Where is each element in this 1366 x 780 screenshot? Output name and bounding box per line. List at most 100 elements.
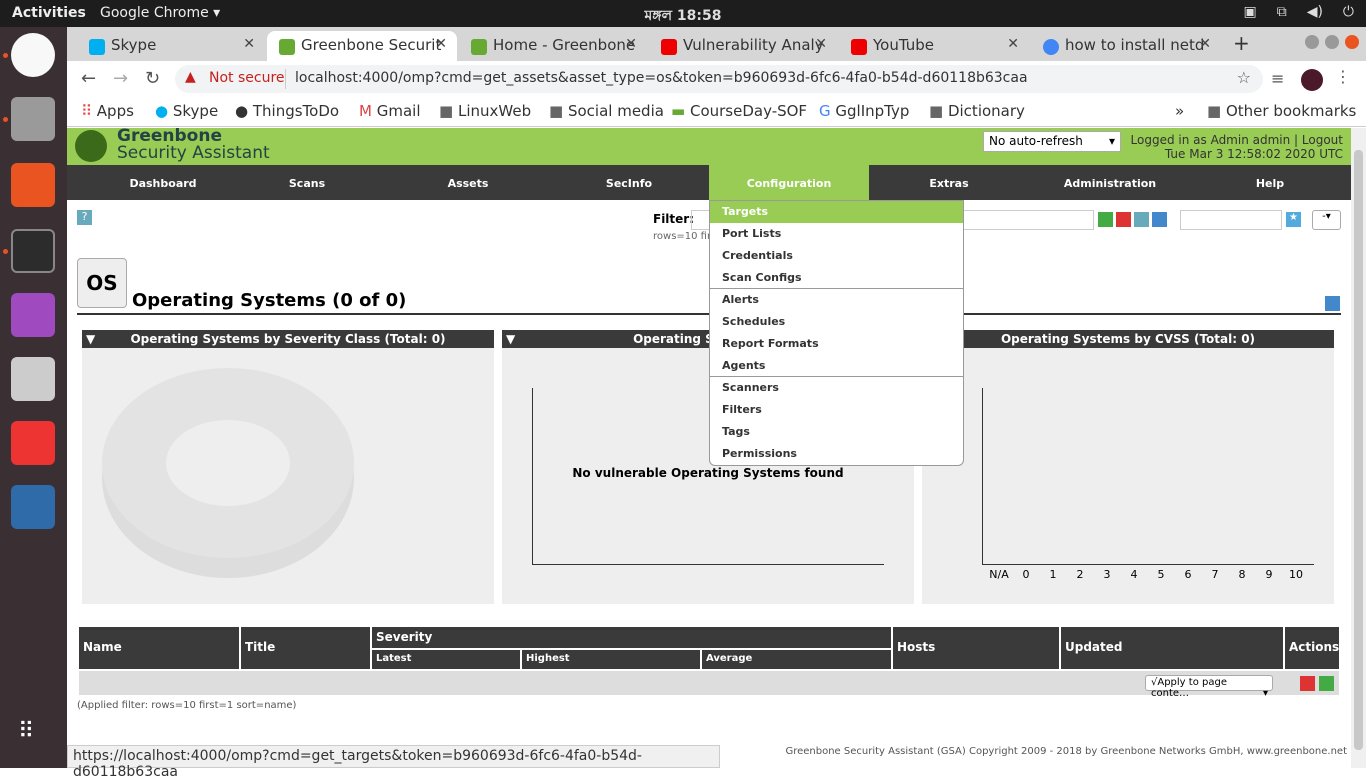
tab-youtube[interactable]: YouTube ✕ xyxy=(839,31,1029,61)
col-severity-average[interactable]: Average xyxy=(702,650,891,669)
close-icon[interactable]: ✕ xyxy=(435,36,447,52)
camera-icon[interactable]: ▣ xyxy=(1243,4,1256,20)
col-severity-latest[interactable]: Latest xyxy=(372,650,520,669)
chrome-icon[interactable] xyxy=(11,33,55,77)
menu-alerts[interactable]: Alerts xyxy=(710,289,963,311)
bookmark-apps[interactable]: ⠿ Apps xyxy=(81,102,134,120)
col-severity-highest[interactable]: Highest xyxy=(522,650,700,669)
clear-filter-icon[interactable] xyxy=(1116,212,1131,227)
menu-schedules[interactable]: Schedules xyxy=(710,311,963,333)
video-icon[interactable] xyxy=(11,293,55,337)
menu-icon[interactable]: ⋮ xyxy=(1335,67,1351,86)
maximize-button[interactable] xyxy=(1325,35,1339,49)
nav-configuration[interactable]: Configuration xyxy=(709,165,869,200)
close-icon[interactable]: ✕ xyxy=(1199,36,1211,52)
nav-scans[interactable]: Scans xyxy=(227,177,387,190)
tab-netd[interactable]: how to install netd ✕ xyxy=(1031,31,1221,61)
network-icon[interactable]: ⧉ xyxy=(1277,4,1287,20)
bookmark-dictionary[interactable]: ■ Dictionary xyxy=(929,102,1025,120)
camera-app-icon[interactable] xyxy=(11,357,55,401)
filter-help-icon[interactable] xyxy=(1134,212,1149,227)
col-name[interactable]: Name xyxy=(79,627,239,669)
close-window-button[interactable] xyxy=(1345,35,1359,49)
edit-settings-icon[interactable] xyxy=(1325,296,1340,311)
activities-button[interactable]: Activities xyxy=(12,5,86,21)
menu-filters[interactable]: Filters xyxy=(710,399,963,421)
tab-home-greenbone[interactable]: Home - Greenbone ✕ xyxy=(459,31,647,61)
star-icon[interactable]: ☆ xyxy=(1237,68,1251,87)
menu-port-lists[interactable]: Port Lists xyxy=(710,223,963,245)
tab-vulnerability[interactable]: Vulnerability Analy ✕ xyxy=(649,31,837,61)
bookmark-linuxweb[interactable]: ■ LinuxWeb xyxy=(439,102,531,120)
bookmark-skype[interactable]: ● Skype xyxy=(155,102,218,120)
nav-extras[interactable]: Extras xyxy=(869,177,1029,190)
close-icon[interactable]: ✕ xyxy=(815,36,827,52)
edit-filter-icon[interactable] xyxy=(1152,212,1167,227)
reload-icon[interactable]: ↻ xyxy=(145,68,160,89)
menu-scanners[interactable]: Scanners xyxy=(710,377,963,399)
scrollbar[interactable] xyxy=(1351,128,1366,768)
delete-icon[interactable] xyxy=(1300,676,1315,691)
anydesk-icon[interactable] xyxy=(11,421,55,465)
col-updated[interactable]: Updated xyxy=(1061,627,1283,669)
tab-skype[interactable]: Skype ✕ xyxy=(77,31,265,61)
bulk-action-select[interactable]: √Apply to page conte… ▾ xyxy=(1145,675,1273,699)
save-filter-icon[interactable]: ★ xyxy=(1286,212,1301,227)
copyright-footer[interactable]: Greenbone Security Assistant (GSA) Copyr… xyxy=(785,746,1347,757)
reading-list-icon[interactable]: ≡ xyxy=(1271,69,1284,88)
menu-tags[interactable]: Tags xyxy=(710,421,963,443)
collapse-icon[interactable]: ▼ xyxy=(86,332,95,346)
profile-avatar[interactable] xyxy=(1301,69,1323,91)
close-icon[interactable]: ✕ xyxy=(1007,36,1019,52)
menu-targets[interactable]: Targets xyxy=(710,201,963,223)
logged-in-info[interactable]: Logged in as Admin admin | Logout xyxy=(1131,133,1343,147)
tab-greenbone-active[interactable]: Greenbone Securit ✕ xyxy=(267,31,457,61)
menu-credentials[interactable]: Credentials xyxy=(710,245,963,267)
volume-icon[interactable]: ◀) xyxy=(1307,4,1323,20)
nav-secinfo[interactable]: SecInfo xyxy=(549,177,709,190)
more-bookmarks-icon[interactable]: » xyxy=(1175,102,1184,120)
show-apps-icon[interactable]: ⠿ xyxy=(18,719,34,744)
close-icon[interactable]: ✕ xyxy=(243,36,255,52)
menu-agents[interactable]: Agents xyxy=(710,355,963,377)
not-secure-label[interactable]: Not secure xyxy=(209,70,285,86)
folder-icon: ■ xyxy=(929,102,944,120)
col-title[interactable]: Title xyxy=(241,627,370,669)
nav-dashboard[interactable]: Dashboard xyxy=(83,177,243,190)
bookmark-gglinptyp[interactable]: G GglInpTyp xyxy=(819,102,909,120)
collapse-icon[interactable]: ▼ xyxy=(506,332,515,346)
help-icon[interactable]: ? xyxy=(77,210,92,225)
power-icon[interactable]: ⏻ xyxy=(1343,4,1354,20)
menu-permissions[interactable]: Permissions xyxy=(710,443,963,465)
col-hosts[interactable]: Hosts xyxy=(893,627,1059,669)
files-icon[interactable] xyxy=(11,97,55,141)
app-menu[interactable]: Google Chrome ▾ xyxy=(100,5,220,21)
software-center-icon[interactable] xyxy=(11,163,55,207)
nav-administration[interactable]: Administration xyxy=(1030,177,1190,190)
bookmark-gmail[interactable]: M Gmail xyxy=(359,102,421,120)
bookmark-social-media[interactable]: ■ Social media xyxy=(549,102,664,120)
terminal-icon[interactable] xyxy=(11,229,55,273)
back-icon[interactable]: ← xyxy=(81,68,96,89)
auto-refresh-select[interactable]: No auto-refresh ▾ xyxy=(983,131,1121,152)
minimize-button[interactable] xyxy=(1305,35,1319,49)
bookmark-thingstodo[interactable]: ● ThingsToDo xyxy=(235,102,339,120)
omnibox[interactable]: ▲ Not secure localhost:4000/omp?cmd=get_… xyxy=(175,65,1263,93)
filter-select[interactable]: -▾ xyxy=(1312,210,1341,230)
new-tab-button[interactable]: + xyxy=(1233,31,1250,55)
bookmark-courseday[interactable]: ▬ CourseDay-SOF xyxy=(671,102,807,120)
refresh-filter-icon[interactable] xyxy=(1098,212,1113,227)
widget-severity-header: ▼ Operating Systems by Severity Class (To… xyxy=(82,330,494,348)
export-icon[interactable] xyxy=(1319,676,1334,691)
apps-icon: ⠿ xyxy=(81,102,92,120)
writer-icon[interactable] xyxy=(11,485,55,529)
menu-report-formats[interactable]: Report Formats xyxy=(710,333,963,355)
menu-scan-configs[interactable]: Scan Configs xyxy=(710,267,963,289)
nav-assets[interactable]: Assets xyxy=(388,177,548,190)
close-icon[interactable]: ✕ xyxy=(625,36,637,52)
nav-help[interactable]: Help xyxy=(1190,177,1350,190)
other-bookmarks[interactable]: ■ Other bookmarks xyxy=(1207,102,1356,120)
forward-icon[interactable]: → xyxy=(113,68,128,89)
filter-name-input[interactable] xyxy=(1180,210,1282,230)
url-text[interactable]: localhost:4000/omp?cmd=get_assets&asset_… xyxy=(295,70,1028,86)
